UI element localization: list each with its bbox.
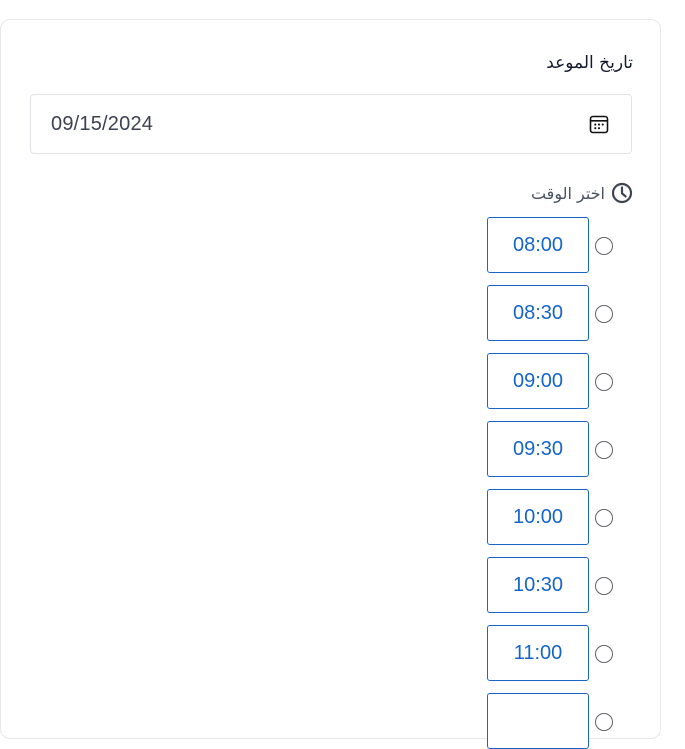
time-slot-row[interactable]: 08:00: [487, 217, 617, 273]
time-slot-radio[interactable]: [595, 237, 613, 255]
time-slot-button[interactable]: 09:30: [487, 421, 589, 477]
time-slot-row[interactable]: 08:30: [487, 285, 617, 341]
clock-icon: [611, 182, 633, 204]
time-slot-button[interactable]: 10:30: [487, 557, 589, 613]
time-slot-radio[interactable]: [595, 713, 613, 731]
time-slot-button[interactable]: 11:00: [487, 625, 589, 681]
time-label: اختر الوقت: [530, 183, 605, 203]
time-slot-radio[interactable]: [595, 305, 613, 323]
time-slot-button[interactable]: 10:00: [487, 489, 589, 545]
date-label: تاريخ الموعد: [546, 53, 633, 73]
time-slot-radio[interactable]: [595, 373, 613, 391]
time-label-group: اختر الوقت: [531, 182, 633, 204]
time-slot-row[interactable]: 11:00: [487, 625, 617, 681]
time-slot-button[interactable]: 08:00: [487, 217, 589, 273]
time-slot-row[interactable]: 09:00: [487, 353, 617, 409]
time-slot-radio[interactable]: [595, 509, 613, 527]
time-slot-row[interactable]: [487, 693, 617, 749]
time-slot-button[interactable]: 09:00: [487, 353, 589, 409]
time-slot-button[interactable]: 08:30: [487, 285, 589, 341]
time-slot-radio[interactable]: [595, 577, 613, 595]
time-slot-row[interactable]: 10:30: [487, 557, 617, 613]
time-slot-radio[interactable]: [595, 441, 613, 459]
time-slot-button[interactable]: [487, 693, 589, 749]
calendar-icon[interactable]: [589, 114, 609, 134]
time-slot-radio[interactable]: [595, 645, 613, 663]
date-value[interactable]: 09/15/2024: [51, 113, 153, 136]
date-field[interactable]: 09/15/2024: [30, 94, 632, 154]
time-slot-row[interactable]: 10:00: [487, 489, 617, 545]
time-slot-row[interactable]: 09:30: [487, 421, 617, 477]
